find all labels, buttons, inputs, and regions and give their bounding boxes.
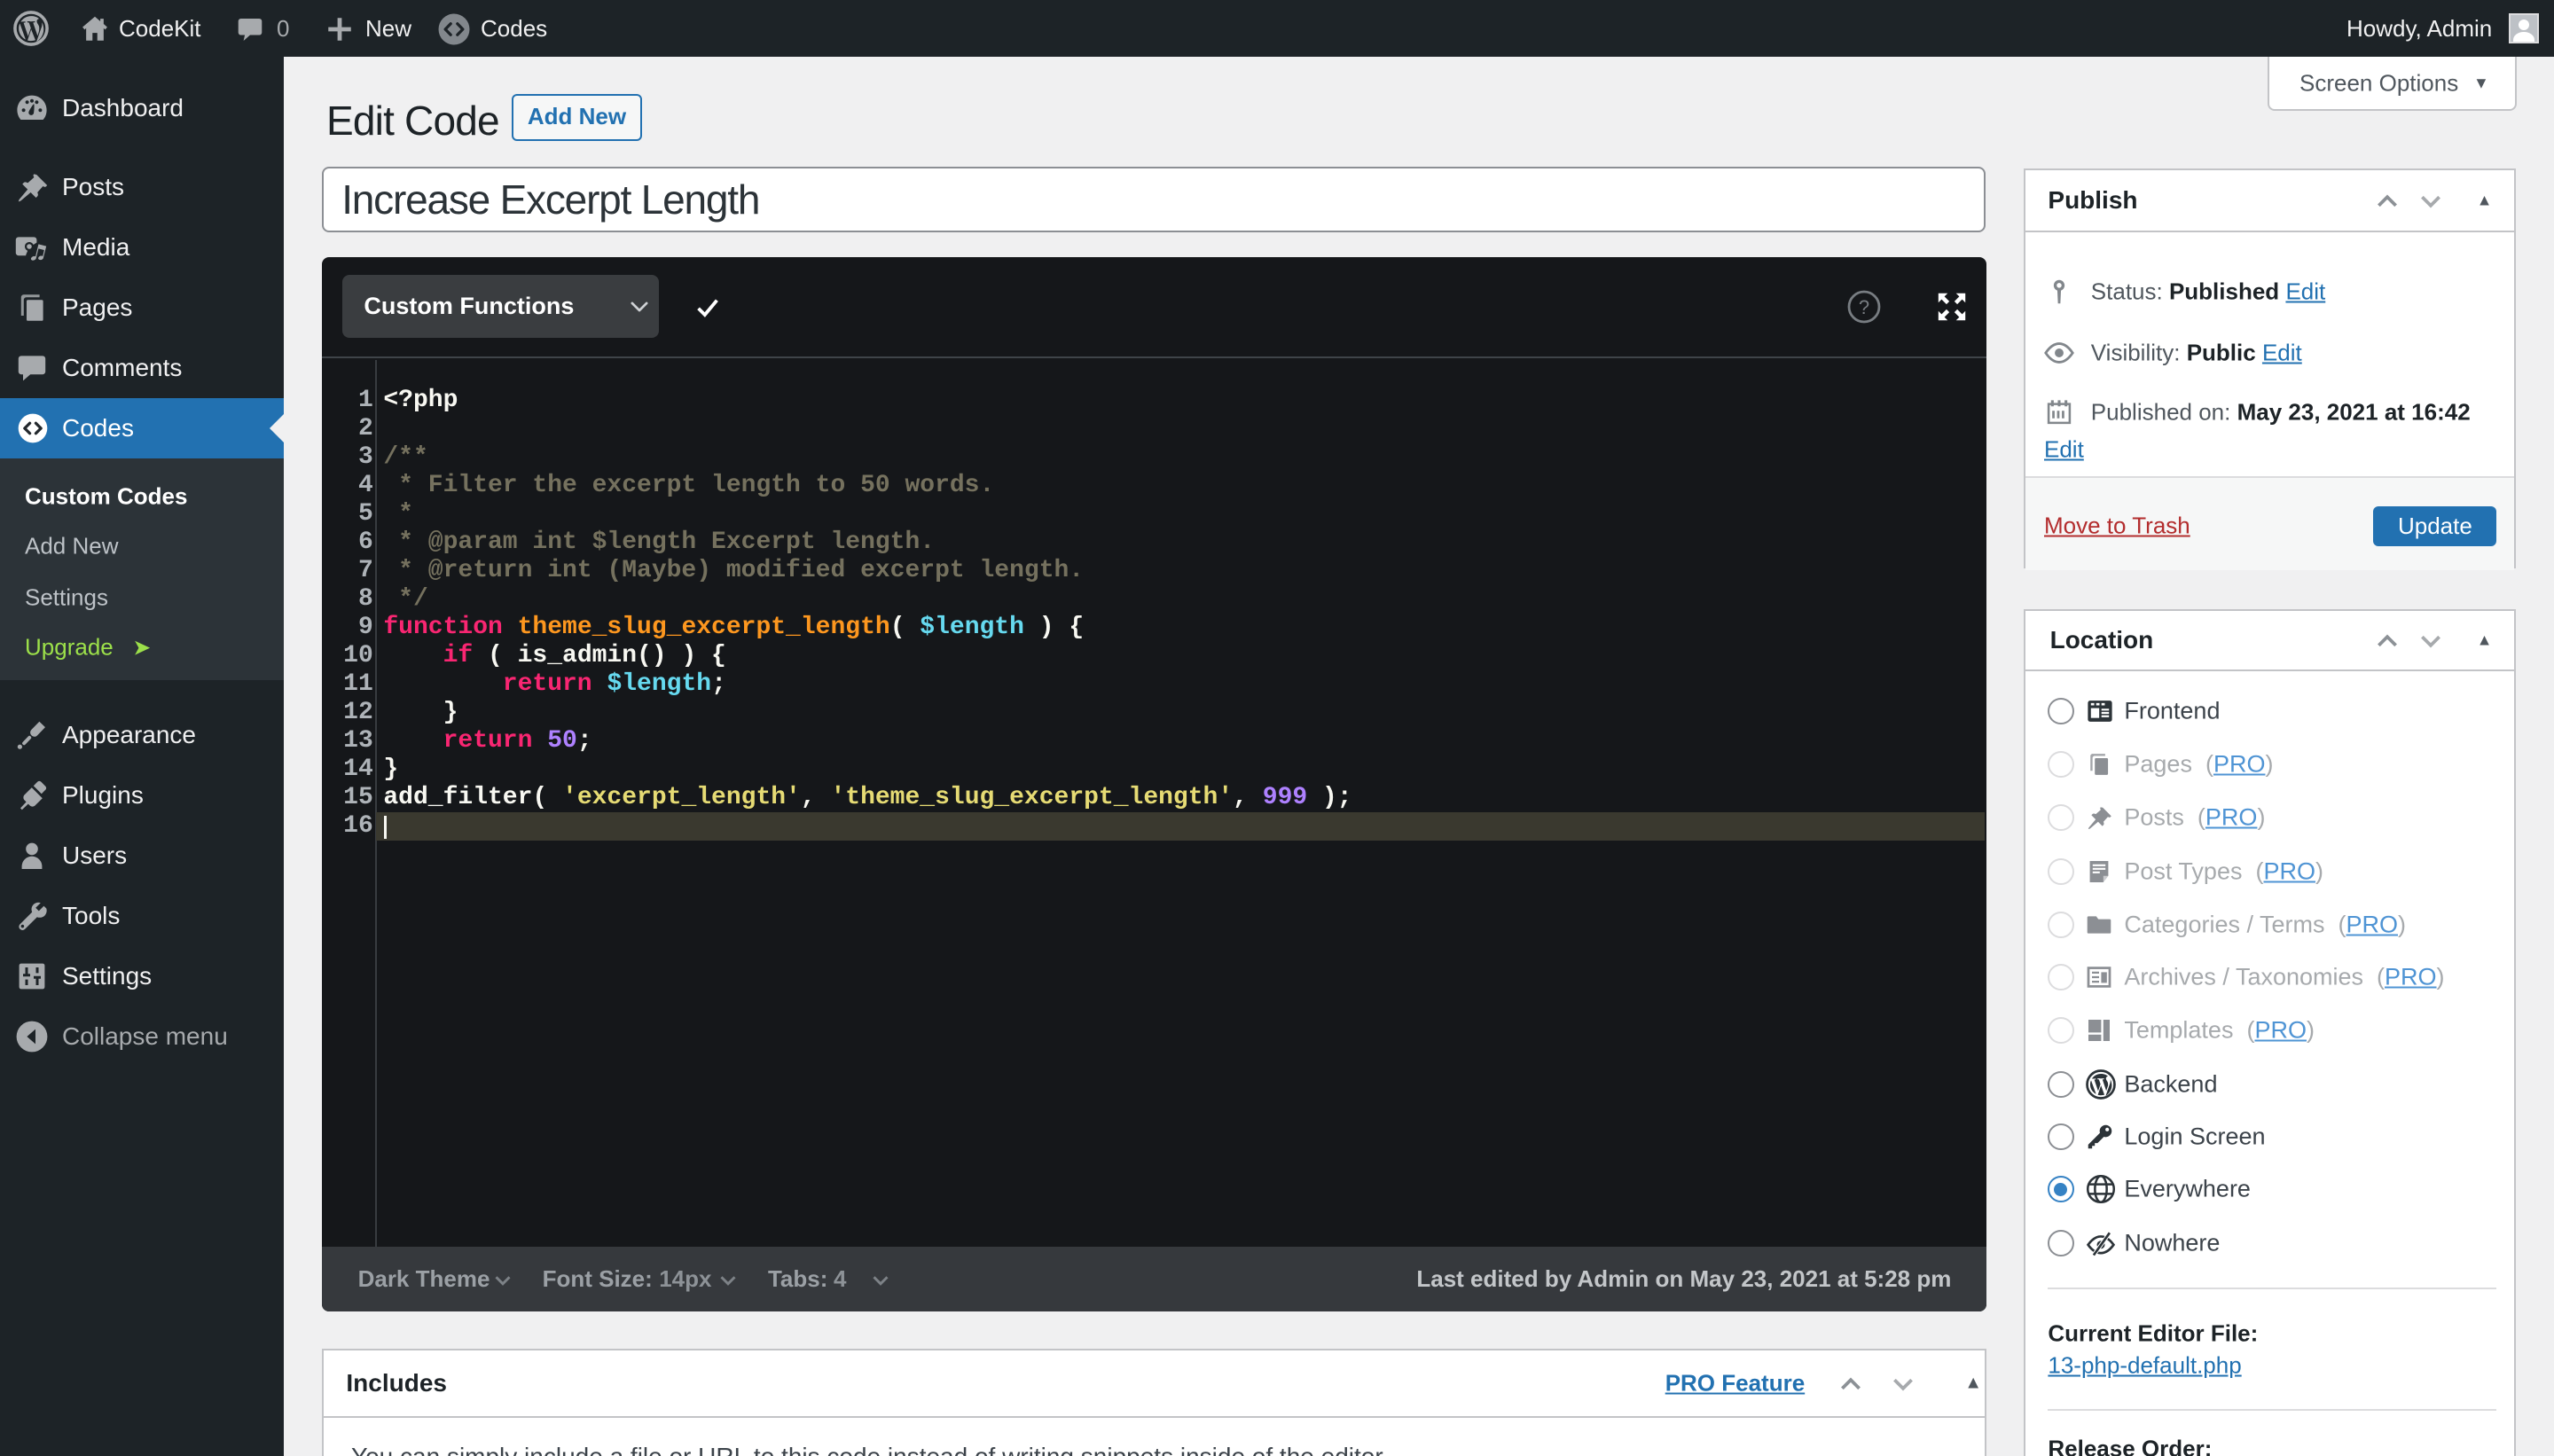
svg-text:?: ? [1859, 296, 1869, 318]
